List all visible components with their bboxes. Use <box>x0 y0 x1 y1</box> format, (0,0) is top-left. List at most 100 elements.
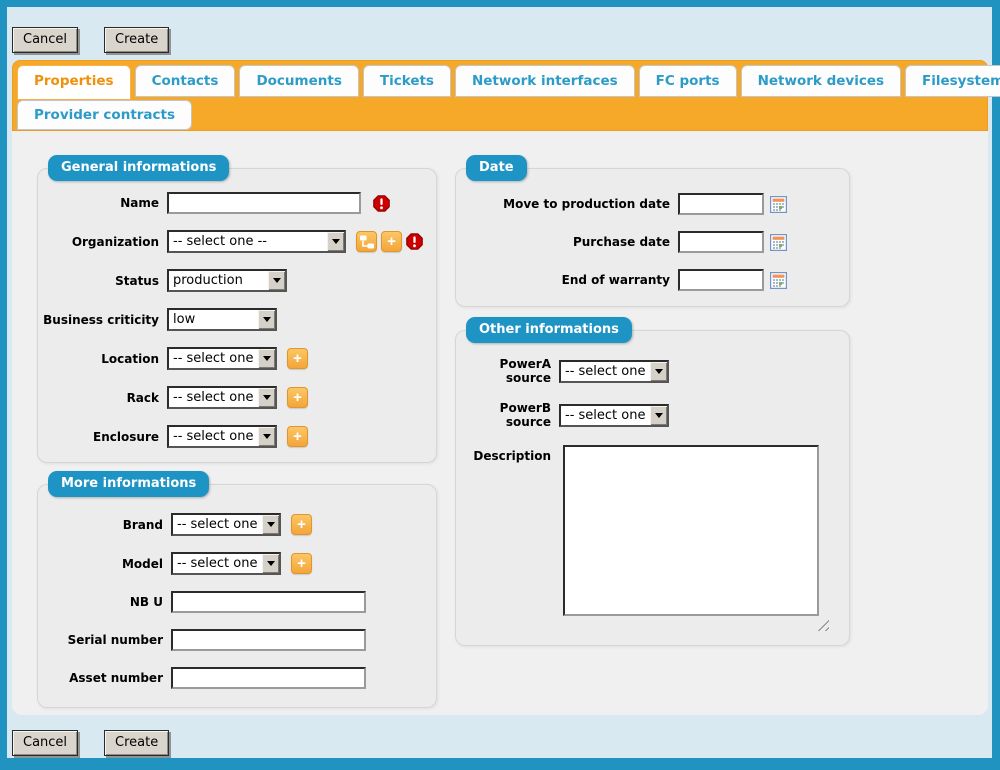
powerb-source-select[interactable]: -- select one -- <box>559 404 669 427</box>
tab-network-devices[interactable]: Network devices <box>741 65 901 97</box>
create-button-bottom[interactable]: Create <box>104 730 169 756</box>
serial-number-label: Serial number <box>38 633 171 647</box>
nb-u-label: NB U <box>38 595 171 609</box>
chevron-down-icon <box>262 554 279 573</box>
field-row-serial-number: Serial number <box>38 629 436 651</box>
rack-label: Rack <box>38 391 167 405</box>
section-header: Other informations <box>466 317 632 343</box>
chevron-down-icon <box>650 362 667 381</box>
chevron-down-icon <box>258 349 275 368</box>
rack-select[interactable]: -- select one -- <box>167 386 277 409</box>
right-column: Date Move to production date Purchase da… <box>455 131 850 646</box>
field-row-enclosure: Enclosure -- select one -- + <box>38 425 436 448</box>
properties-panel: General informations Name Organization -… <box>12 131 988 715</box>
status-label: Status <box>38 274 167 288</box>
enclosure-select[interactable]: -- select one -- <box>167 425 277 448</box>
enclosure-select-value: -- select one -- <box>169 429 258 444</box>
powera-source-select[interactable]: -- select one -- <box>559 360 669 383</box>
business-criticity-select[interactable]: low <box>167 308 277 331</box>
chevron-down-icon <box>327 232 344 251</box>
field-row-purchase-date: Purchase date <box>456 231 849 253</box>
field-row-nb-u: NB U <box>38 591 436 613</box>
plus-icon: + <box>293 350 302 367</box>
move-to-production-date-calendar-button[interactable] <box>770 196 787 213</box>
name-input[interactable] <box>167 192 361 214</box>
powera-source-label: PowerA source <box>456 357 559 385</box>
brand-select[interactable]: -- select one -- <box>171 513 281 536</box>
organization-hierarchy-button[interactable] <box>356 231 377 252</box>
plus-icon: + <box>387 233 396 250</box>
create-button-top[interactable]: Create <box>104 27 169 53</box>
chevron-down-icon <box>258 310 275 329</box>
business-criticity-select-value: low <box>169 312 258 327</box>
location-label: Location <box>38 352 167 366</box>
field-row-organization: Organization -- select one -- + <box>38 230 436 253</box>
field-row-status: Status production <box>38 269 436 292</box>
rack-add-button[interactable]: + <box>287 387 308 408</box>
left-column: General informations Name Organization -… <box>37 131 437 708</box>
field-row-description: Description <box>456 445 849 616</box>
powera-source-select-value: -- select one -- <box>561 364 650 379</box>
tab-network-interfaces[interactable]: Network interfaces <box>455 65 635 97</box>
chevron-down-icon <box>258 388 275 407</box>
field-row-move-to-production-date: Move to production date <box>456 193 849 215</box>
field-row-end-of-warranty: End of warranty <box>456 269 849 291</box>
chevron-down-icon <box>268 271 285 290</box>
field-row-powerb-source: PowerB source -- select one -- <box>456 401 849 429</box>
tab-filesystems[interactable]: Filesystems <box>905 65 1000 97</box>
tab-properties[interactable]: Properties <box>17 65 131 100</box>
tab-provider-contracts[interactable]: Provider contracts <box>17 100 192 130</box>
hierarchy-icon <box>357 233 376 251</box>
section-header: Date <box>466 155 527 181</box>
chevron-down-icon <box>650 406 667 425</box>
more-informations-box: More informations Brand -- select one --… <box>37 484 437 708</box>
model-select[interactable]: -- select one -- <box>171 552 281 575</box>
tab-documents[interactable]: Documents <box>239 65 358 97</box>
end-of-warranty-calendar-button[interactable] <box>770 272 787 289</box>
asset-number-label: Asset number <box>38 671 171 685</box>
tab-row-2: Provider contracts <box>17 100 983 130</box>
tab-strip: Properties Contacts Documents Tickets Ne… <box>12 60 988 131</box>
purchase-date-calendar-button[interactable] <box>770 234 787 251</box>
end-of-warranty-input[interactable] <box>678 269 764 291</box>
model-select-value: -- select one -- <box>173 556 262 571</box>
location-select-value: -- select one -- <box>169 351 258 366</box>
location-add-button[interactable]: + <box>287 348 308 369</box>
enclosure-add-button[interactable]: + <box>287 426 308 447</box>
field-row-location: Location -- select one -- + <box>38 347 436 370</box>
tab-contacts[interactable]: Contacts <box>135 65 236 97</box>
enclosure-label: Enclosure <box>38 430 167 444</box>
cancel-button-top[interactable]: Cancel <box>12 27 78 53</box>
brand-add-button[interactable]: + <box>291 514 312 535</box>
tab-fc-ports[interactable]: FC ports <box>639 65 737 97</box>
brand-label: Brand <box>38 518 171 532</box>
purchase-date-input[interactable] <box>678 231 764 253</box>
plus-icon: + <box>297 516 306 533</box>
field-row-model: Model -- select one -- + <box>38 552 436 575</box>
section-header: More informations <box>48 471 209 497</box>
cancel-button-bottom[interactable]: Cancel <box>12 730 78 756</box>
section-header: General informations <box>48 155 229 181</box>
other-informations-box: Other informations PowerA source -- sele… <box>455 330 850 646</box>
plus-icon: + <box>293 428 302 445</box>
organization-add-button[interactable]: + <box>381 231 402 252</box>
model-add-button[interactable]: + <box>291 553 312 574</box>
chevron-down-icon <box>262 515 279 534</box>
chevron-down-icon <box>258 427 275 446</box>
organization-select[interactable]: -- select one -- <box>167 230 346 253</box>
end-of-warranty-label: End of warranty <box>456 273 678 287</box>
location-select[interactable]: -- select one -- <box>167 347 277 370</box>
general-informations-box: General informations Name Organization -… <box>37 168 437 463</box>
page-background: Cancel Create Properties Contacts Docume… <box>7 7 992 758</box>
mandatory-icon <box>373 195 390 212</box>
move-to-production-date-input[interactable] <box>678 193 764 215</box>
asset-number-input[interactable] <box>171 667 366 689</box>
tab-tickets[interactable]: Tickets <box>363 65 451 97</box>
plus-icon: + <box>297 555 306 572</box>
status-select[interactable]: production <box>167 269 287 292</box>
description-textarea[interactable] <box>563 445 819 616</box>
nb-u-input[interactable] <box>171 591 366 613</box>
serial-number-input[interactable] <box>171 629 366 651</box>
name-label: Name <box>38 196 167 210</box>
resize-handle[interactable] <box>817 619 829 631</box>
